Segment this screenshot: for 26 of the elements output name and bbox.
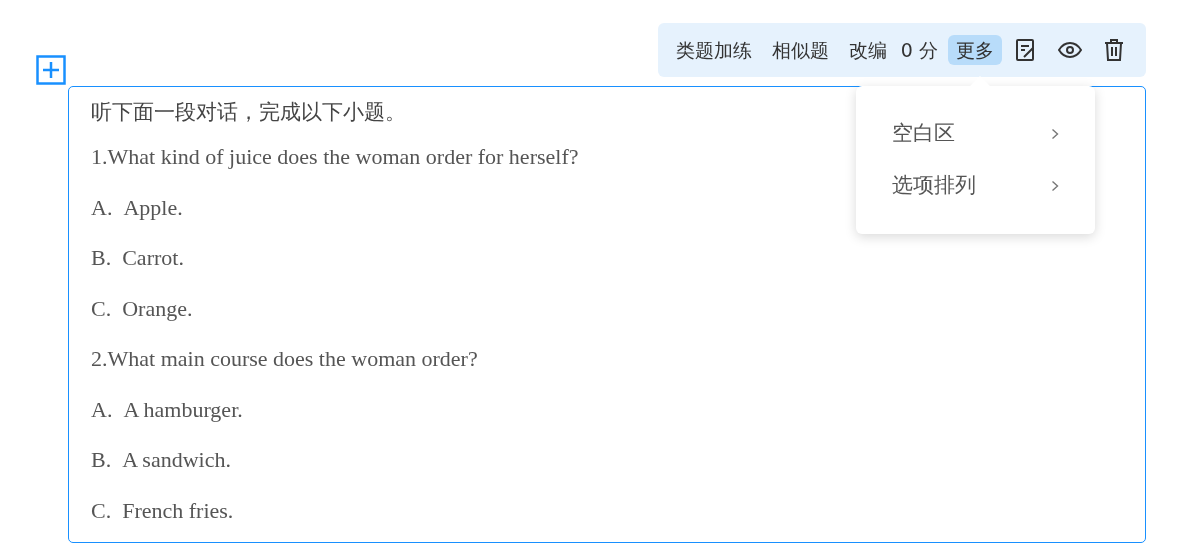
option-text: Carrot. [122, 244, 184, 272]
option-letter: C. [91, 294, 112, 323]
question-stem: 1.What kind of juice does the woman order for herself? [91, 144, 579, 169]
toolbar-link[interactable]: 更多 [948, 34, 1002, 66]
score-text: 0 分 [899, 37, 939, 63]
option-text: Orange. [122, 294, 193, 323]
chevron-right-icon [1051, 180, 1059, 192]
chevron-right-icon [1051, 128, 1059, 140]
add-icon[interactable] [36, 55, 66, 85]
toolbar-link[interactable]: 类题加练 [667, 34, 760, 66]
option-text: A sandwich. [122, 446, 231, 474]
instruction-text: 听下面一段对话，完成以下小题。 [91, 99, 407, 126]
option-text: Apple. [123, 193, 183, 222]
menu-item[interactable]: 选项排列 [892, 160, 1059, 212]
option-letter: B. [91, 446, 112, 474]
option-letter: B. [91, 244, 112, 272]
delete-icon [1102, 38, 1126, 62]
option-letter: A. [91, 395, 113, 424]
toolbar-link[interactable]: 改编 [840, 34, 895, 66]
toolbar-link[interactable]: 相似题 [763, 34, 837, 66]
question-stem: 2.What main course does the woman order? [91, 346, 478, 371]
option-text: A hamburger. [123, 395, 243, 424]
option-text: French fries. [122, 496, 234, 525]
option-letter: A. [91, 193, 113, 222]
menu-item[interactable]: 空白区 [892, 108, 1059, 160]
option-letter: C. [91, 496, 112, 525]
